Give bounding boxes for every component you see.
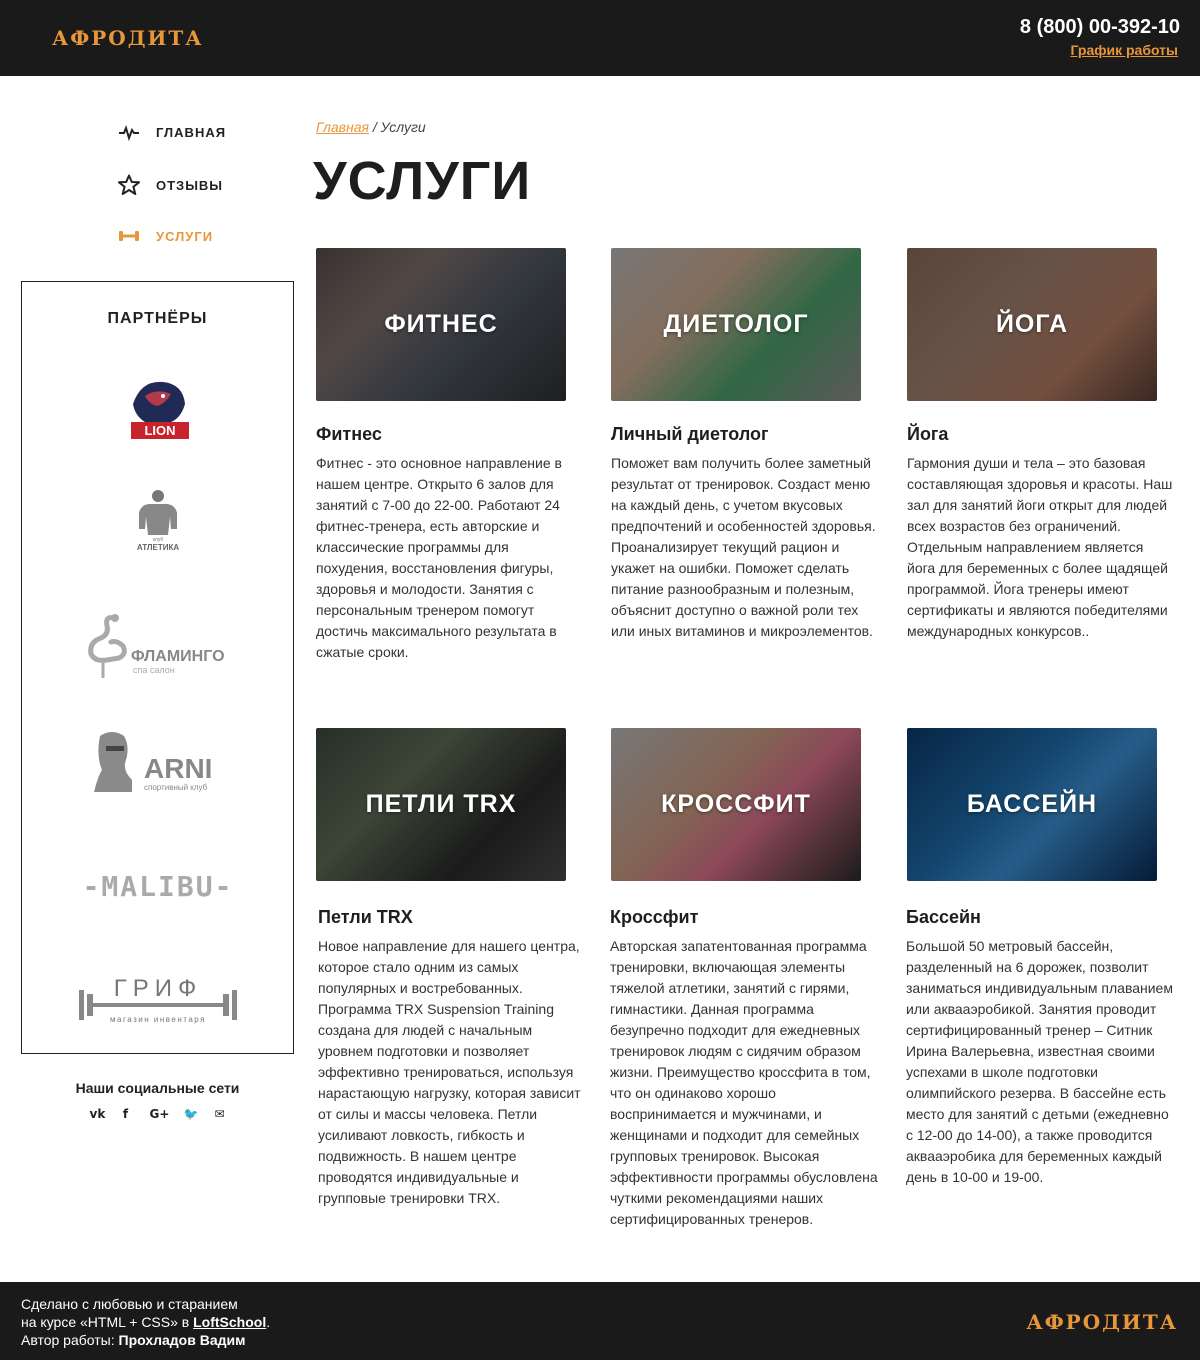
breadcrumb-separator: / <box>368 119 381 135</box>
service-title[interactable]: Кроссфит <box>610 907 698 928</box>
service-image-dietologist[interactable]: ДИЕТОЛОГ <box>611 248 861 401</box>
arni-name: ARNI <box>144 753 212 784</box>
lion-logo-text: LION <box>144 423 175 438</box>
footer-line-1: Сделано с любовью и старанием <box>21 1296 238 1312</box>
service-image-pool[interactable]: БАССЕЙН <box>907 728 1157 881</box>
service-image-label: ПЕТЛИ TRX <box>365 790 517 818</box>
nav-item-home[interactable]: ГЛАВНАЯ <box>118 121 226 143</box>
schedule-link[interactable]: График работы <box>1071 42 1179 58</box>
phone-number[interactable]: 8 (800) 00-392-10 <box>1020 16 1180 39</box>
arni-logo-icon: ARNI спортивный клуб <box>93 732 212 792</box>
service-description: Новое направление для нашего центра, кот… <box>318 938 581 1206</box>
malibu-logo-icon: -MALIBU- <box>82 870 233 903</box>
service-description: Фитнес - это основное направление в наше… <box>316 455 562 660</box>
twitter-icon[interactable]: 🐦 <box>184 1107 199 1121</box>
breadcrumb-current: Услуги <box>380 119 426 135</box>
partner-logo-atletika[interactable]: клуб АТЛЕТИКА <box>22 487 293 557</box>
service-image-label: ЙОГА <box>995 310 1069 338</box>
service-image-label: ФИТНЕС <box>384 310 498 338</box>
malibu-name: -MALIBU- <box>82 870 233 903</box>
atletika-logo-icon: клуб АТЛЕТИКА <box>136 490 179 552</box>
lion-logo-icon: LION <box>130 381 189 439</box>
partner-logo-grif[interactable]: ГРИФ магазин инвентаря <box>22 972 293 1032</box>
service-title[interactable]: Личный диетолог <box>611 424 769 445</box>
grif-logo-icon: ГРИФ магазин инвентаря <box>78 975 237 1024</box>
nav-label: УСЛУГИ <box>156 228 214 244</box>
footer-logo[interactable]: АФРОДИТА <box>1026 1310 1178 1334</box>
vk-icon[interactable]: vk <box>90 1107 106 1121</box>
service-description: Поможет вам получить более заметный резу… <box>611 455 876 639</box>
star-icon <box>118 174 140 195</box>
service-description: Гармония души и тела – это базовая соста… <box>907 455 1173 639</box>
google-plus-icon[interactable]: G+ <box>150 1107 170 1121</box>
social-title: Наши социальные сети <box>75 1080 240 1096</box>
atletika-name: АТЛЕТИКА <box>136 543 179 552</box>
service-title[interactable]: Йога <box>907 424 948 445</box>
footer-line-2: на курсе «HTML + CSS» в LoftSchool. <box>21 1313 270 1331</box>
arni-sub: спортивный клуб <box>144 783 208 792</box>
partner-logo-arni[interactable]: ARNI спортивный клуб <box>22 726 293 796</box>
breadcrumb: Главная / Услуги <box>316 119 426 135</box>
nav-item-services[interactable]: УСЛУГИ <box>118 225 213 247</box>
grif-name: ГРИФ <box>113 975 202 1002</box>
nav-label: ОТЗЫВЫ <box>156 177 224 193</box>
footer-line-3: Автор работы: Прохладов Вадим <box>21 1331 270 1349</box>
flamingo-name: ФЛАМИНГО <box>131 648 225 665</box>
service-image-crossfit[interactable]: КРОССФИТ <box>611 728 861 881</box>
service-title[interactable]: Фитнес <box>316 424 382 445</box>
service-image-trx[interactable]: ПЕТЛИ TRX <box>316 728 566 881</box>
mail-icon[interactable]: ✉ <box>214 1107 226 1121</box>
site-header: АФРОДИТА 8 (800) 00-392-10 График работы <box>0 0 1200 76</box>
dumbbell-icon <box>119 231 139 241</box>
site-footer: Сделано с любовью и старанием на курсе «… <box>0 1282 1200 1360</box>
flamingo-sub: спа салон <box>133 665 175 675</box>
footer-credits: Сделано с любовью и старанием на курсе «… <box>21 1295 270 1349</box>
service-image-label: ДИЕТОЛОГ <box>663 310 809 338</box>
partner-logo-malibu[interactable]: -MALIBU- <box>22 868 293 904</box>
service-title[interactable]: Бассейн <box>906 907 981 928</box>
service-description: Большой 50 метровый бассейн, разделенный… <box>906 938 1173 1185</box>
grif-sub: магазин инвентаря <box>110 1015 206 1024</box>
partners-title: ПАРТНЁРЫ <box>107 310 208 327</box>
service-image-fitness[interactable]: ФИТНЕС <box>316 248 566 401</box>
footer-period: . <box>266 1314 271 1330</box>
facebook-icon[interactable]: f <box>120 1107 132 1121</box>
site-logo[interactable]: АФРОДИТА <box>52 26 204 50</box>
service-image-label: КРОССФИТ <box>661 790 811 818</box>
nav-item-reviews[interactable]: ОТЗЫВЫ <box>118 174 223 196</box>
service-title[interactable]: Петли TRX <box>318 907 413 928</box>
footer-author-name: Прохладов Вадим <box>118 1332 246 1348</box>
partners-panel: ПАРТНЁРЫ LION клуб АТЛЕТИКА ФЛАМИНГО спа… <box>21 281 294 1054</box>
nav-label: ГЛАВНАЯ <box>156 124 227 140</box>
partner-logo-flamingo[interactable]: ФЛАМИНГО спа салон <box>22 612 293 682</box>
service-description: Авторская запатентованная программа трен… <box>610 938 878 1227</box>
breadcrumb-home-link[interactable]: Главная <box>316 119 369 135</box>
footer-author-label: Автор работы: <box>21 1332 119 1348</box>
pulse-icon <box>119 124 139 142</box>
flamingo-logo-icon: ФЛАМИНГО спа салон <box>87 614 225 678</box>
service-image-label: БАССЕЙН <box>966 790 1098 818</box>
social-links: vk f G+ 🐦 ✉ <box>21 1107 294 1121</box>
footer-course-text: на курсе «HTML + CSS» в <box>21 1314 194 1330</box>
page-title: УСЛУГИ <box>313 151 532 211</box>
partner-logo-lion[interactable]: LION <box>22 374 293 444</box>
loftschool-link[interactable]: LoftSchool <box>193 1314 266 1330</box>
service-image-yoga[interactable]: ЙОГА <box>907 248 1157 401</box>
